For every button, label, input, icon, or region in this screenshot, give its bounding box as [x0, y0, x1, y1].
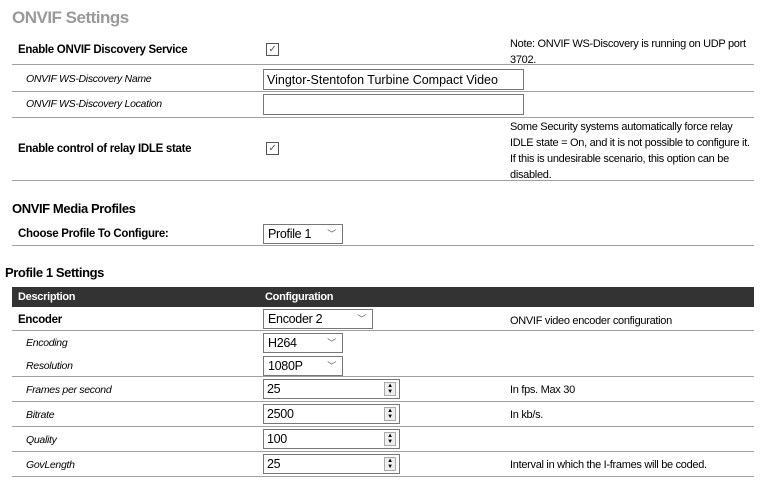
- fps-input[interactable]: 25 ▲ ▼: [263, 379, 400, 399]
- col-configuration: Configuration: [265, 291, 334, 303]
- divider: [12, 451, 754, 452]
- govlength-label: GovLength: [26, 459, 75, 471]
- ws-location-input[interactable]: [263, 94, 524, 115]
- spinner-icon[interactable]: ▲ ▼: [384, 407, 396, 421]
- bitrate-value: 2500: [267, 407, 294, 421]
- quality-label: Quality: [26, 434, 57, 446]
- fps-value: 25: [267, 382, 281, 396]
- media-profiles-heading: ONVIF Media Profiles: [12, 201, 136, 216]
- profile-value: Profile 1: [268, 227, 312, 241]
- divider: [12, 180, 754, 181]
- encoding-label: Encoding: [26, 337, 68, 349]
- divider: [12, 376, 754, 377]
- quality-input[interactable]: 100 ▲ ▼: [263, 429, 400, 449]
- ws-name-label: ONVIF WS-Discovery Name: [26, 73, 152, 85]
- fps-note: In fps. Max 30: [510, 384, 575, 396]
- govlength-input[interactable]: 25 ▲ ▼: [263, 454, 400, 474]
- divider: [12, 245, 754, 246]
- ws-name-input[interactable]: [263, 69, 524, 90]
- fps-label: Frames per second: [26, 384, 112, 396]
- table-header: Description Configuration: [12, 287, 754, 307]
- chevron-down-icon: ﹀: [357, 314, 366, 324]
- encoder-label: Encoder: [18, 314, 62, 326]
- choose-profile-label: Choose Profile To Configure:: [18, 228, 169, 240]
- discovery-label: Enable ONVIF Discovery Service: [18, 44, 188, 56]
- divider: [12, 426, 754, 427]
- encoding-value: H264: [268, 336, 297, 350]
- relay-checkbox[interactable]: ✓: [266, 142, 279, 155]
- divider: [12, 64, 754, 65]
- bitrate-note: In kb/s.: [510, 409, 544, 421]
- col-description: Description: [18, 291, 76, 303]
- discovery-checkbox[interactable]: ✓: [266, 43, 279, 56]
- chevron-down-icon: ﹀: [327, 361, 336, 371]
- spinner-icon[interactable]: ▲ ▼: [384, 432, 396, 446]
- spinner-icon[interactable]: ▲ ▼: [384, 382, 396, 396]
- encoder-select[interactable]: Encoder 2 ﹀: [263, 309, 373, 329]
- bitrate-label: Bitrate: [26, 409, 55, 421]
- govlength-value: 25: [267, 457, 281, 471]
- divider: [12, 401, 754, 402]
- profile-select[interactable]: Profile 1 ﹀: [263, 224, 343, 244]
- ws-location-label: ONVIF WS-Discovery Location: [26, 98, 162, 110]
- divider: [12, 330, 754, 331]
- relay-note: Some Security systems automatically forc…: [510, 121, 750, 181]
- quality-value: 100: [267, 432, 287, 446]
- chevron-down-icon: ﹀: [327, 338, 336, 348]
- encoder-note: ONVIF video encoder configuration: [510, 315, 672, 327]
- govlength-note: Interval in which the I-frames will be c…: [510, 459, 707, 471]
- resolution-value: 1080P: [268, 359, 303, 373]
- divider: [12, 117, 754, 118]
- resolution-select[interactable]: 1080P ﹀: [263, 356, 343, 376]
- bitrate-input[interactable]: 2500 ▲ ▼: [263, 404, 400, 424]
- divider: [12, 91, 754, 92]
- divider: [12, 476, 754, 477]
- encoding-select[interactable]: H264 ﹀: [263, 333, 343, 353]
- resolution-label: Resolution: [26, 360, 73, 372]
- encoder-value: Encoder 2: [268, 312, 323, 326]
- chevron-down-icon: ﹀: [327, 229, 336, 239]
- spinner-icon[interactable]: ▲ ▼: [384, 457, 396, 471]
- page-title: ONVIF Settings: [12, 8, 129, 27]
- profile-settings-heading: Profile 1 Settings: [5, 265, 104, 280]
- relay-label: Enable control of relay IDLE state: [18, 143, 192, 155]
